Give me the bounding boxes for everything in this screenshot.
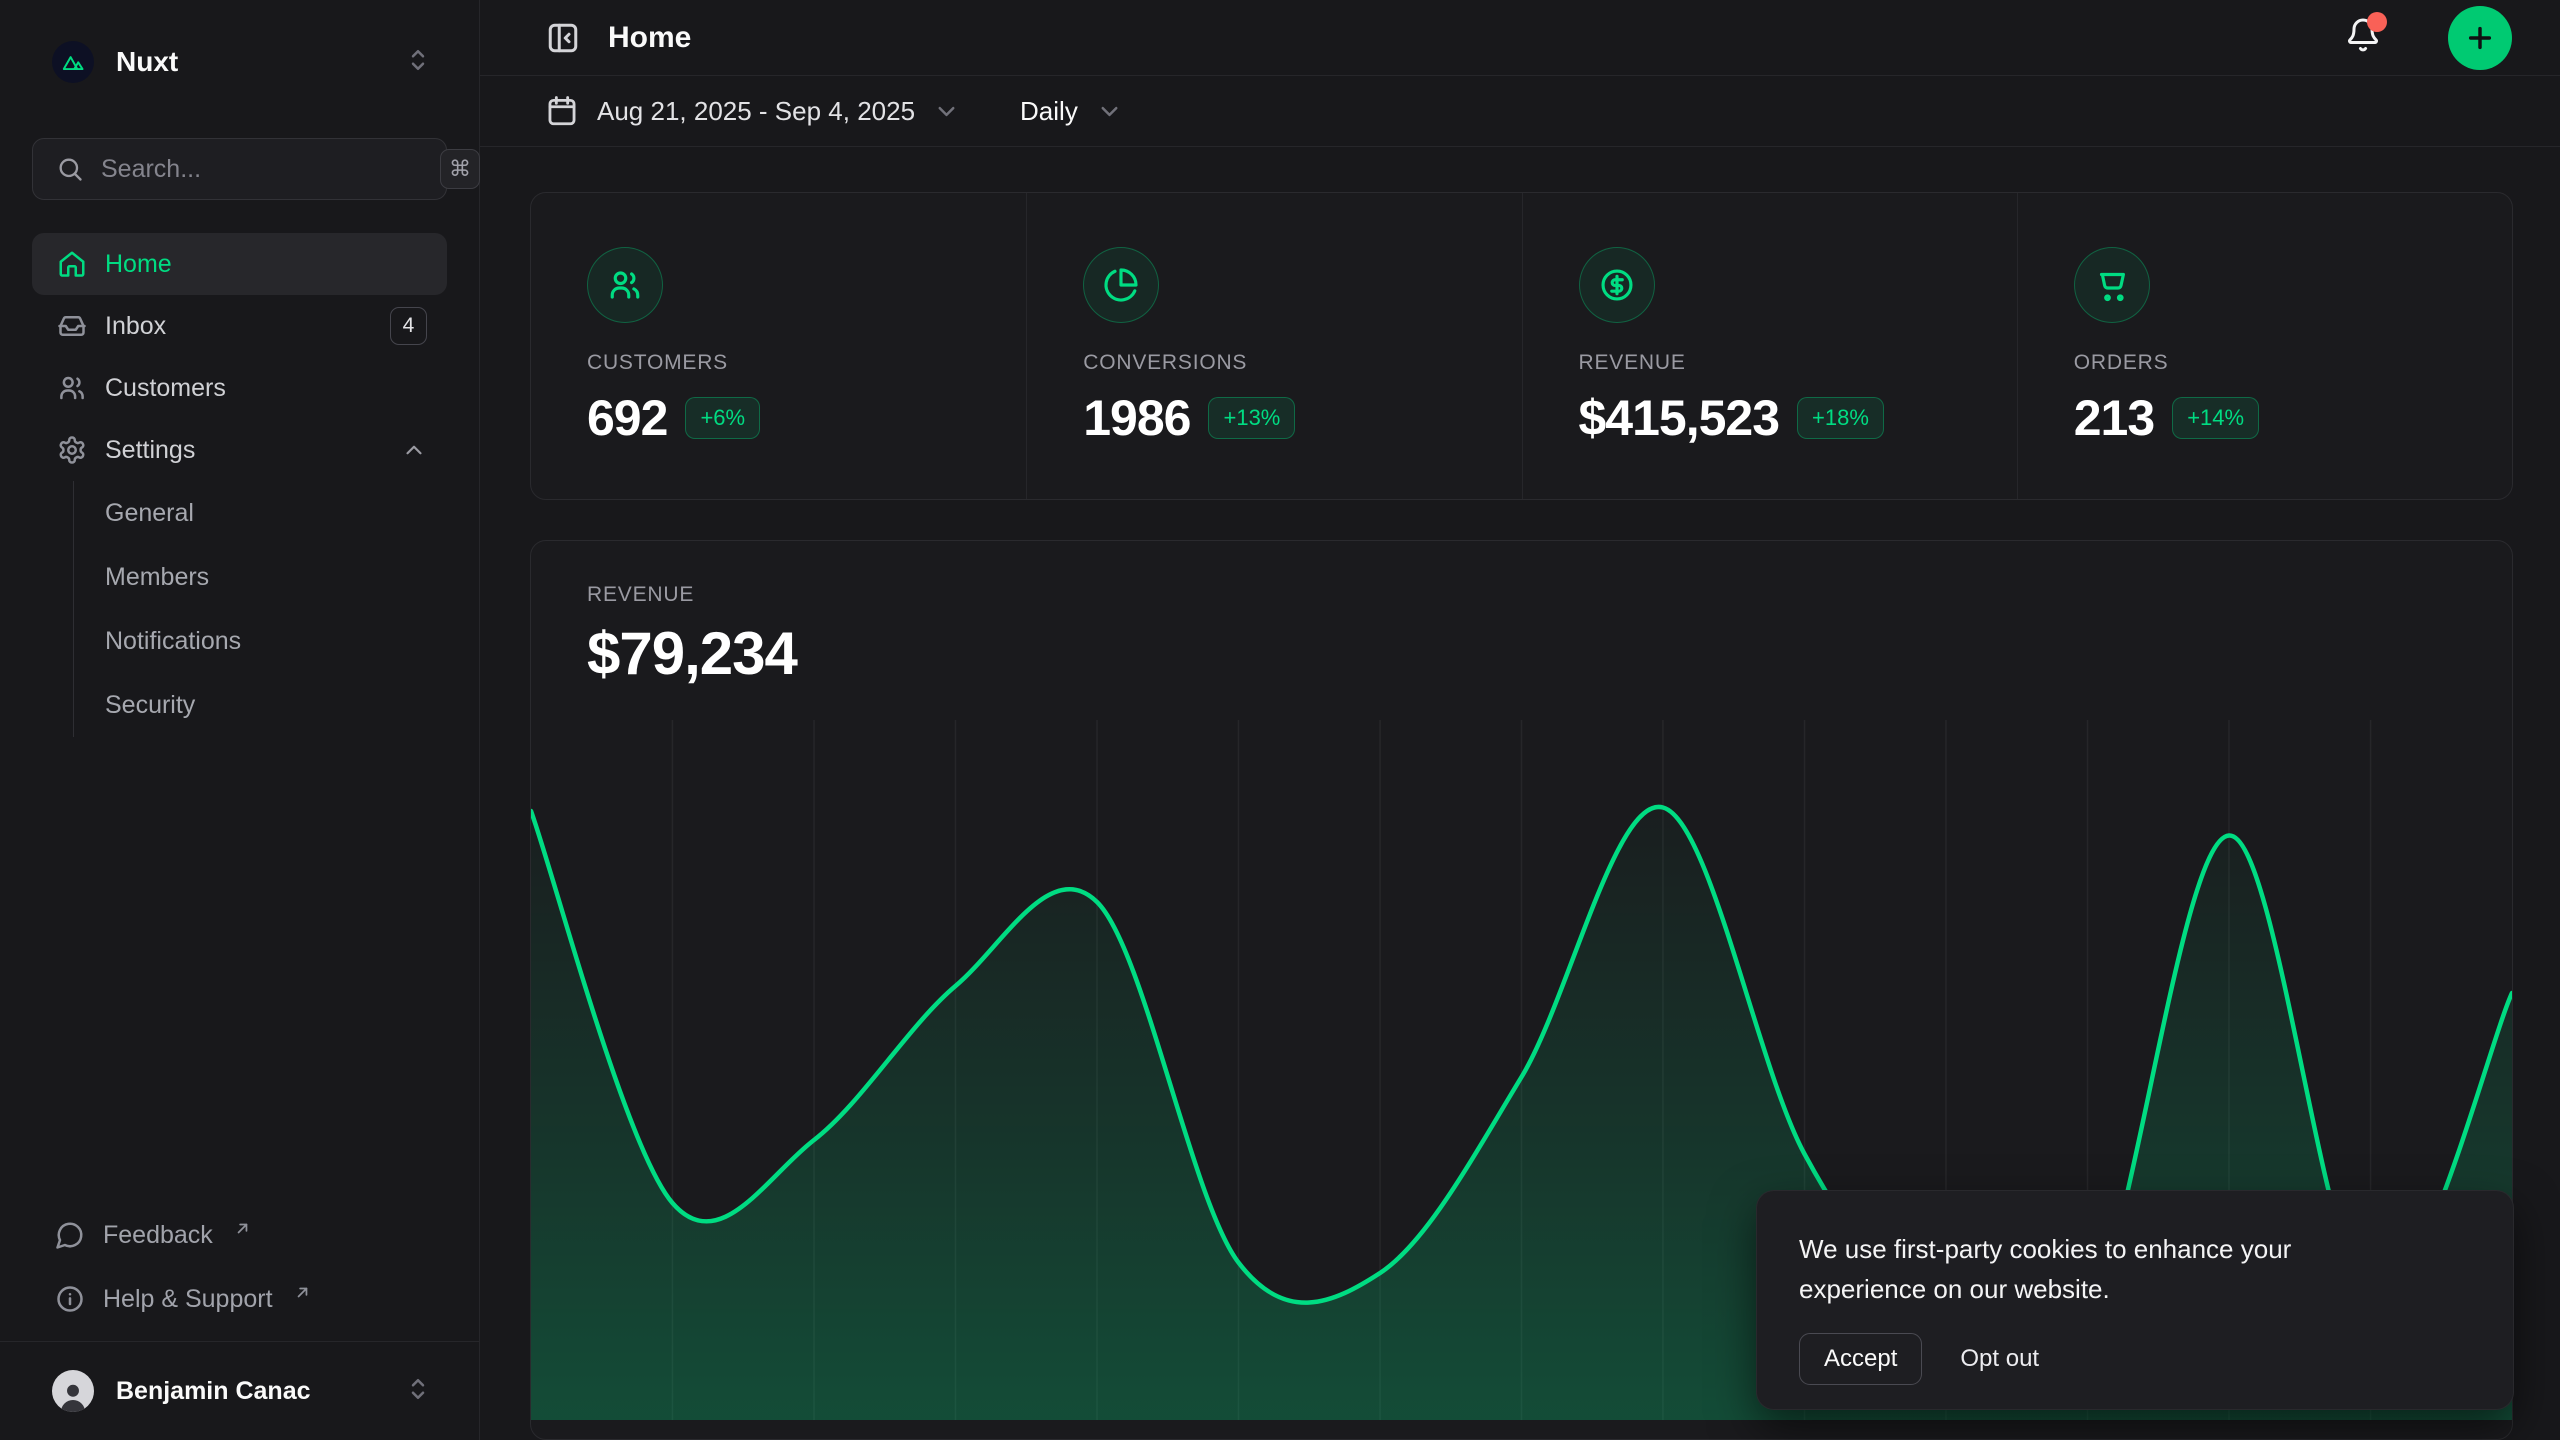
help-support-link[interactable]: Help & Support [32, 1267, 447, 1331]
main-area: Home [480, 0, 2560, 1440]
sidebar-item-customers[interactable]: Customers [32, 357, 447, 419]
users-icon [587, 247, 663, 323]
sidebar-item-members[interactable]: Members [74, 545, 447, 609]
stats-row: CUSTOMERS 692 +6% CONVERSIONS 1986 [530, 192, 2513, 500]
sidebar-item-settings[interactable]: Settings [32, 419, 447, 481]
sidebar: Nuxt ⌘ K [0, 0, 480, 1440]
info-circle-icon [55, 1284, 85, 1314]
inbox-count-badge: 4 [390, 307, 427, 345]
chevrons-up-down-icon [403, 45, 433, 80]
stat-value: $415,523 [1579, 389, 1780, 447]
users-icon [57, 373, 87, 403]
stat-delta-badge: +18% [1797, 397, 1884, 439]
chevrons-up-down-icon [403, 1374, 433, 1409]
stat-conversions[interactable]: CONVERSIONS 1986 +13% [1026, 193, 1521, 499]
dollar-circle-icon [1579, 247, 1655, 323]
nuxt-logo-icon [52, 41, 94, 83]
notifications-button[interactable] [2345, 17, 2381, 58]
sidebar-item-label: Home [105, 250, 427, 279]
user-name: Benjamin Canac [116, 1377, 381, 1406]
granularity-value: Daily [1020, 96, 1078, 127]
page-header: Home [480, 0, 2560, 76]
submenu-item-label: Security [105, 691, 195, 720]
submenu-item-label: General [105, 499, 194, 528]
stat-delta-badge: +13% [1208, 397, 1295, 439]
chevron-down-icon [1096, 98, 1123, 125]
shopping-cart-icon [2074, 247, 2150, 323]
date-range-picker[interactable]: Aug 21, 2025 - Sep 4, 2025 [545, 94, 960, 128]
user-menu[interactable]: Benjamin Canac [32, 1342, 447, 1440]
kbd-command: ⌘ [440, 149, 480, 189]
stat-orders[interactable]: ORDERS 213 +14% [2017, 193, 2512, 499]
stat-label: REVENUE [1579, 351, 1987, 375]
date-range-value: Aug 21, 2025 - Sep 4, 2025 [597, 96, 915, 127]
stat-value: 1986 [1083, 389, 1190, 447]
sidebar-toggle-icon[interactable] [545, 20, 581, 56]
calendar-icon [545, 94, 579, 128]
sidebar-item-inbox[interactable]: Inbox 4 [32, 295, 447, 357]
stat-customers[interactable]: CUSTOMERS 692 +6% [531, 193, 1026, 499]
page-title: Home [608, 21, 2318, 55]
revenue-chart-header: REVENUE $79,234 [531, 541, 2512, 688]
opt-out-button[interactable]: Opt out [1960, 1334, 2039, 1384]
chevron-up-icon [401, 437, 427, 463]
feedback-label: Feedback [103, 1221, 213, 1250]
avatar [52, 1370, 94, 1412]
feedback-link[interactable]: Feedback [32, 1203, 447, 1267]
gear-icon [57, 435, 87, 465]
stat-label: CONVERSIONS [1083, 351, 1491, 375]
app-root: Nuxt ⌘ K [0, 0, 2560, 1440]
message-bubble-icon [55, 1220, 85, 1250]
inbox-icon [57, 311, 87, 341]
submenu-item-label: Notifications [105, 627, 241, 656]
help-support-label: Help & Support [103, 1285, 273, 1314]
team-name: Nuxt [116, 46, 381, 78]
revenue-label: REVENUE [587, 583, 2512, 607]
sidebar-item-label: Settings [105, 436, 383, 465]
cookie-message: We use first-party cookies to enhance yo… [1799, 1229, 2399, 1309]
chevron-down-icon [933, 98, 960, 125]
filters-toolbar: Aug 21, 2025 - Sep 4, 2025 Daily [480, 76, 2560, 147]
stat-delta-badge: +14% [2172, 397, 2259, 439]
granularity-select[interactable]: Daily [1020, 96, 1123, 127]
pie-chart-icon [1083, 247, 1159, 323]
stat-delta-badge: +6% [685, 397, 760, 439]
submenu-item-label: Members [105, 563, 209, 592]
add-button[interactable] [2448, 6, 2512, 70]
external-link-icon [233, 1219, 252, 1238]
sidebar-item-general[interactable]: General [74, 481, 447, 545]
sidebar-item-security[interactable]: Security [74, 673, 447, 737]
sidebar-item-home[interactable]: Home [32, 233, 447, 295]
stat-label: CUSTOMERS [587, 351, 996, 375]
search-icon [56, 155, 84, 183]
sidebar-spacer [32, 737, 447, 1203]
sidebar-item-label: Customers [105, 374, 427, 403]
cookie-banner: We use first-party cookies to enhance yo… [1756, 1190, 2514, 1410]
sidebar-item-notifications[interactable]: Notifications [74, 609, 447, 673]
stat-label: ORDERS [2074, 351, 2482, 375]
search-input-wrap[interactable]: ⌘ K [32, 138, 447, 200]
accept-button[interactable]: Accept [1799, 1333, 1922, 1385]
stat-revenue[interactable]: REVENUE $415,523 +18% [1522, 193, 2017, 499]
stat-value: 692 [587, 389, 667, 447]
home-icon [57, 249, 87, 279]
sidebar-nav: Home Inbox 4 C [32, 233, 447, 737]
notification-dot [2367, 12, 2387, 32]
external-link-icon [293, 1283, 312, 1302]
search-input[interactable] [101, 155, 423, 184]
settings-submenu: General Members Notifications Security [73, 481, 447, 737]
team-switcher[interactable]: Nuxt [32, 30, 447, 94]
revenue-total: $79,234 [587, 619, 2512, 688]
stat-value: 213 [2074, 389, 2154, 447]
sidebar-item-label: Inbox [105, 312, 372, 341]
